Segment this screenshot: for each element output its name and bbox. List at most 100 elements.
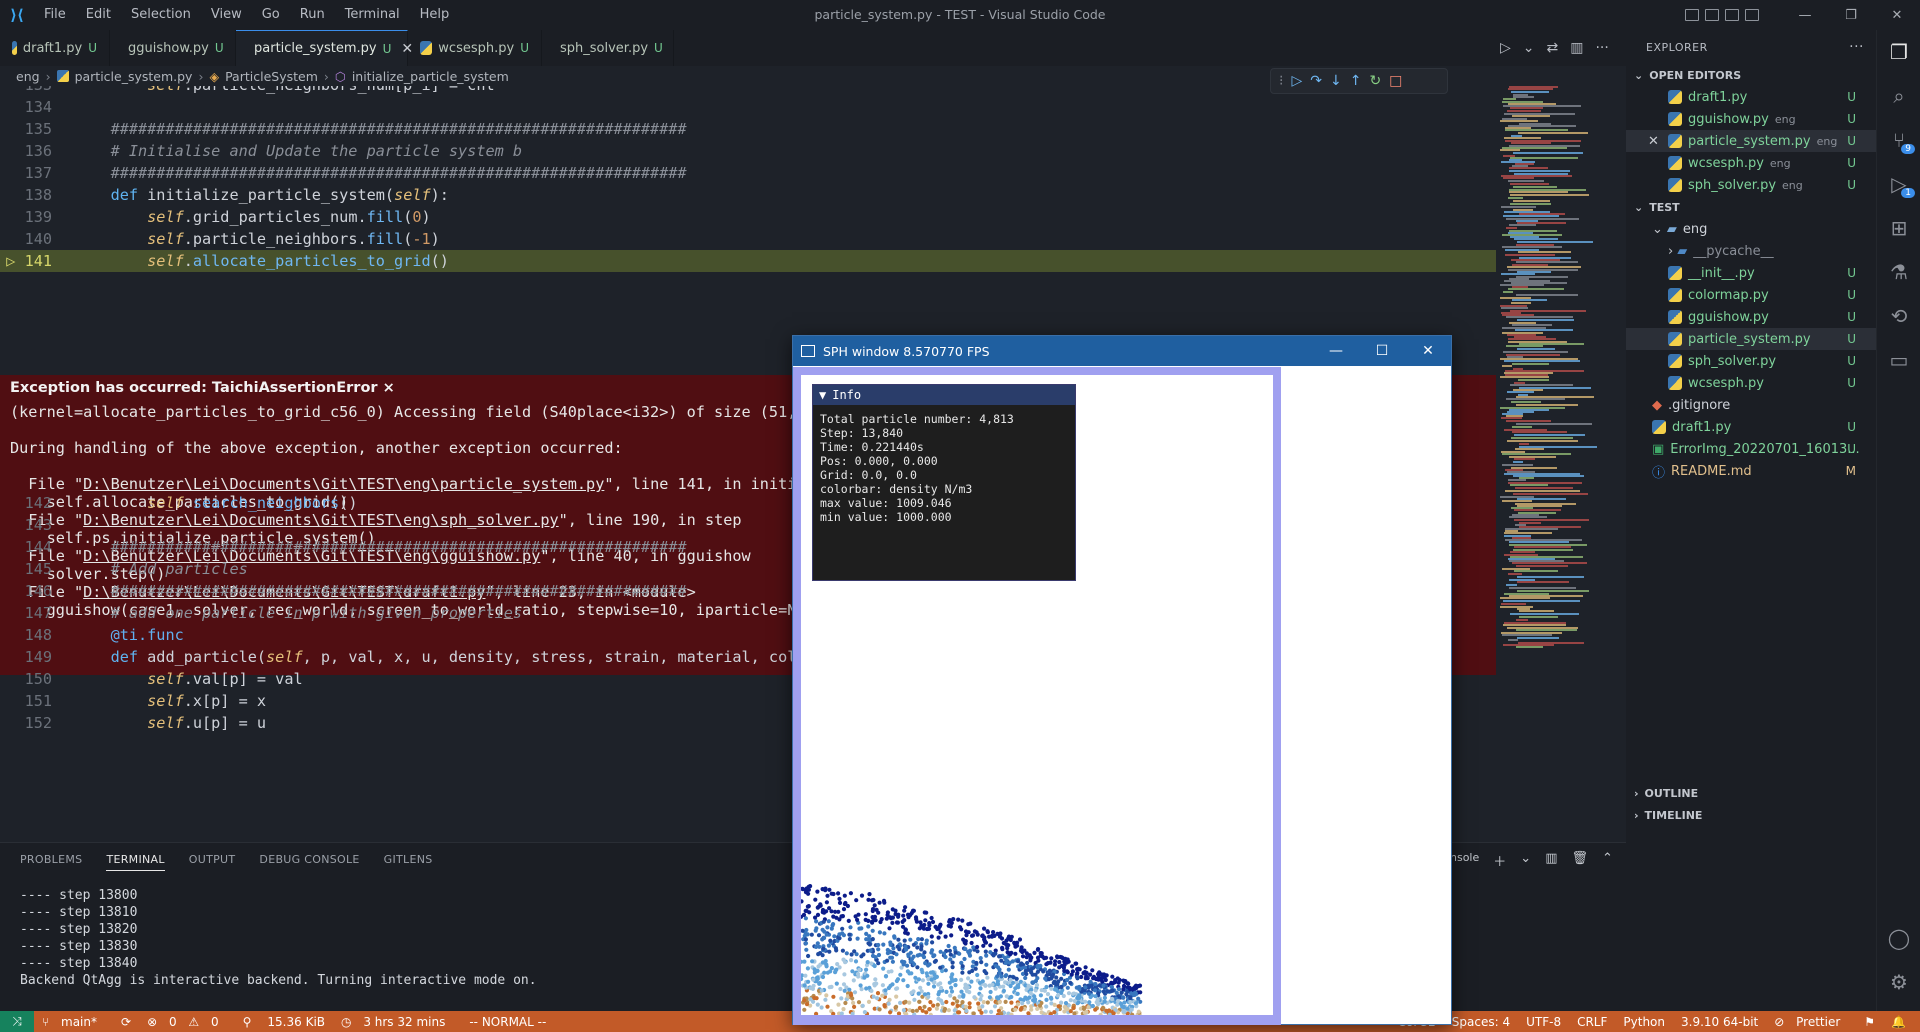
restore-button[interactable]: ❐ (1828, 8, 1874, 23)
more-actions-icon[interactable]: ··· (1595, 40, 1608, 56)
debug-status-icon[interactable]: ⚲ (235, 1015, 260, 1029)
open-editor-item[interactable]: gguishow.py eng U (1626, 108, 1876, 130)
compare-icon[interactable]: ⇄ (1547, 40, 1559, 56)
tab-output[interactable]: OUTPUT (189, 853, 236, 871)
info-header[interactable]: ▼ Info (813, 385, 1075, 405)
maximize-panel-icon[interactable]: ⌃ (1602, 851, 1613, 870)
tree-item[interactable]: gguishow.py U (1626, 306, 1876, 328)
run-icon[interactable]: ▷ (1500, 40, 1511, 56)
code-line[interactable]: 134 (0, 96, 1496, 118)
branch-status[interactable]: ⑂ main* (34, 1015, 113, 1029)
tree-item[interactable]: particle_system.py U (1626, 328, 1876, 350)
code-line[interactable]: 136 # Initialise and Update the particle… (0, 140, 1496, 162)
drag-handle-icon[interactable]: ⁝ (1279, 73, 1283, 89)
split-terminal-icon[interactable]: ▥ (1545, 851, 1557, 870)
toggle-sidebar-icon[interactable] (1685, 9, 1699, 21)
menu-help[interactable]: Help (410, 0, 460, 30)
toggle-secondary-sidebar-icon[interactable] (1725, 9, 1739, 21)
timeline-section[interactable]: › TIMELINE (1626, 804, 1876, 826)
breadcrumb-file[interactable]: particle_system.py (75, 69, 193, 84)
new-terminal-icon[interactable]: ＋ (1493, 851, 1506, 870)
tab-debug-console[interactable]: DEBUG CONSOLE (259, 853, 359, 871)
problems-status[interactable]: ⊗ 0 ⚠ 0 (139, 1015, 235, 1029)
encoding[interactable]: UTF-8 (1518, 1015, 1569, 1029)
prettier-status[interactable]: ⊘ Prettier (1766, 1015, 1856, 1029)
account-icon[interactable]: ◯ (1877, 916, 1920, 960)
tree-item[interactable]: ▣ ErrorImg_20220701_16013... U (1626, 438, 1876, 460)
menu-terminal[interactable]: Terminal (335, 0, 410, 30)
live-share-icon[interactable]: ⚑ (1856, 1015, 1883, 1029)
terminal-name[interactable]: nsole (1450, 851, 1479, 870)
indentation[interactable]: Spaces: 4 (1444, 1015, 1518, 1029)
close-editor-icon[interactable]: ✕ (1648, 134, 1659, 149)
open-editor-item[interactable]: sph_solver.py eng U (1626, 174, 1876, 196)
remote-explorer-icon[interactable]: ▭ (1877, 338, 1920, 382)
tree-item[interactable]: sph_solver.py U (1626, 350, 1876, 372)
code-line[interactable]: ▷ 141 self.allocate_particles_to_grid() (0, 250, 1496, 272)
breadcrumb-folder[interactable]: eng (16, 69, 40, 84)
run-debug-icon[interactable]: ▷ 1 (1877, 162, 1920, 206)
continue-icon[interactable]: ▷ (1291, 73, 1302, 89)
breadcrumb-method[interactable]: initialize_particle_system (352, 69, 509, 84)
menu-go[interactable]: Go (252, 0, 290, 30)
search-icon[interactable]: ⌕ (1877, 74, 1920, 118)
notifications-bell-icon[interactable]: 🔔 (1883, 1015, 1914, 1029)
tab-problems[interactable]: PROBLEMS (20, 853, 82, 871)
code-line[interactable]: 140 self.particle_neighbors.fill(-1) (0, 228, 1496, 250)
tab-wcsesph[interactable]: wcsesph.py U (408, 30, 542, 66)
minimap[interactable] (1496, 86, 1626, 842)
tree-item[interactable]: colormap.py U (1626, 284, 1876, 306)
stop-icon[interactable]: □ (1389, 73, 1402, 89)
tree-item[interactable]: draft1.py U (1626, 416, 1876, 438)
code-line[interactable]: 138 def initialize_particle_system(self)… (0, 184, 1496, 206)
source-control-icon[interactable]: ⑂ 9 (1877, 118, 1920, 162)
open-editor-item[interactable]: draft1.py U (1626, 86, 1876, 108)
outline-section[interactable]: › OUTLINE (1626, 782, 1876, 804)
tab-particle-system[interactable]: particle_system.py U ✕ (236, 30, 413, 66)
line-endings[interactable]: CRLF (1569, 1015, 1615, 1029)
tree-item[interactable]: ⌄ ▰ eng (1626, 218, 1876, 240)
code-line[interactable]: 137 ####################################… (0, 162, 1496, 184)
terminal-output[interactable]: ---- step 13800 ---- step 13810 ---- ste… (20, 887, 537, 989)
open-editor-item[interactable]: wcsesph.py eng U (1626, 152, 1876, 174)
menu-run[interactable]: Run (290, 0, 335, 30)
explorer-icon[interactable]: ❐ (1877, 30, 1920, 74)
code-line[interactable]: 139 self.grid_particles_num.fill(0) (0, 206, 1496, 228)
restart-icon[interactable]: ↻ (1369, 73, 1381, 89)
tab-gitlens[interactable]: GITLENS (384, 853, 433, 871)
code-line[interactable]: 135 ####################################… (0, 118, 1496, 140)
tab-gguishow[interactable]: gguishow.py U (110, 30, 236, 66)
gitlens-icon[interactable]: ⟲ (1877, 294, 1920, 338)
tab-terminal[interactable]: TERMINAL (106, 853, 165, 871)
split-editor-icon[interactable]: ▥ (1570, 40, 1583, 56)
language-mode[interactable]: Python (1615, 1015, 1673, 1029)
python-interpreter[interactable]: 3.9.10 64-bit (1673, 1015, 1766, 1029)
more-icon[interactable]: ··· (1849, 39, 1864, 55)
chevron-down-icon[interactable]: ⌄ (1520, 851, 1531, 870)
tree-item[interactable]: __init__.py U (1626, 262, 1876, 284)
minimize-button[interactable]: — (1782, 8, 1828, 23)
tree-item[interactable]: ⓘ README.md M (1626, 460, 1876, 482)
close-exception-icon[interactable]: × (383, 380, 395, 396)
sph-minimize-button[interactable]: — (1313, 343, 1359, 359)
menu-selection[interactable]: Selection (121, 0, 201, 30)
time-tracker[interactable]: ◷ 3 hrs 32 mins (333, 1015, 461, 1029)
tree-item[interactable]: ◆ .gitignore (1626, 394, 1876, 416)
step-over-icon[interactable]: ↷ (1310, 73, 1322, 89)
menu-file[interactable]: File (34, 0, 76, 30)
tree-item[interactable]: › ▰ __pycache__ (1626, 240, 1876, 262)
toggle-panel-icon[interactable] (1705, 9, 1719, 21)
tab-draft1[interactable]: draft1.py U (0, 30, 110, 66)
menu-view[interactable]: View (201, 0, 252, 30)
sph-maximize-button[interactable]: ☐ (1359, 343, 1405, 359)
workspace-section[interactable]: ⌄ TEST (1626, 196, 1876, 218)
info-panel[interactable]: ▼ Info Total particle number: 4,813 Step: … (812, 384, 1076, 581)
remote-icon[interactable]: ⤨ (0, 1011, 34, 1032)
open-editor-item[interactable]: particle_system.py eng U ✕ (1626, 130, 1876, 152)
menu-edit[interactable]: Edit (76, 0, 121, 30)
customize-layout-icon[interactable] (1745, 9, 1759, 21)
sph-window-titlebar[interactable]: SPH window 8.570770 FPS — ☐ ✕ (793, 336, 1451, 366)
testing-icon[interactable]: ⚗ (1877, 250, 1920, 294)
tab-sph-solver[interactable]: sph_solver.py U (542, 30, 674, 66)
close-window-button[interactable]: ✕ (1874, 8, 1920, 23)
